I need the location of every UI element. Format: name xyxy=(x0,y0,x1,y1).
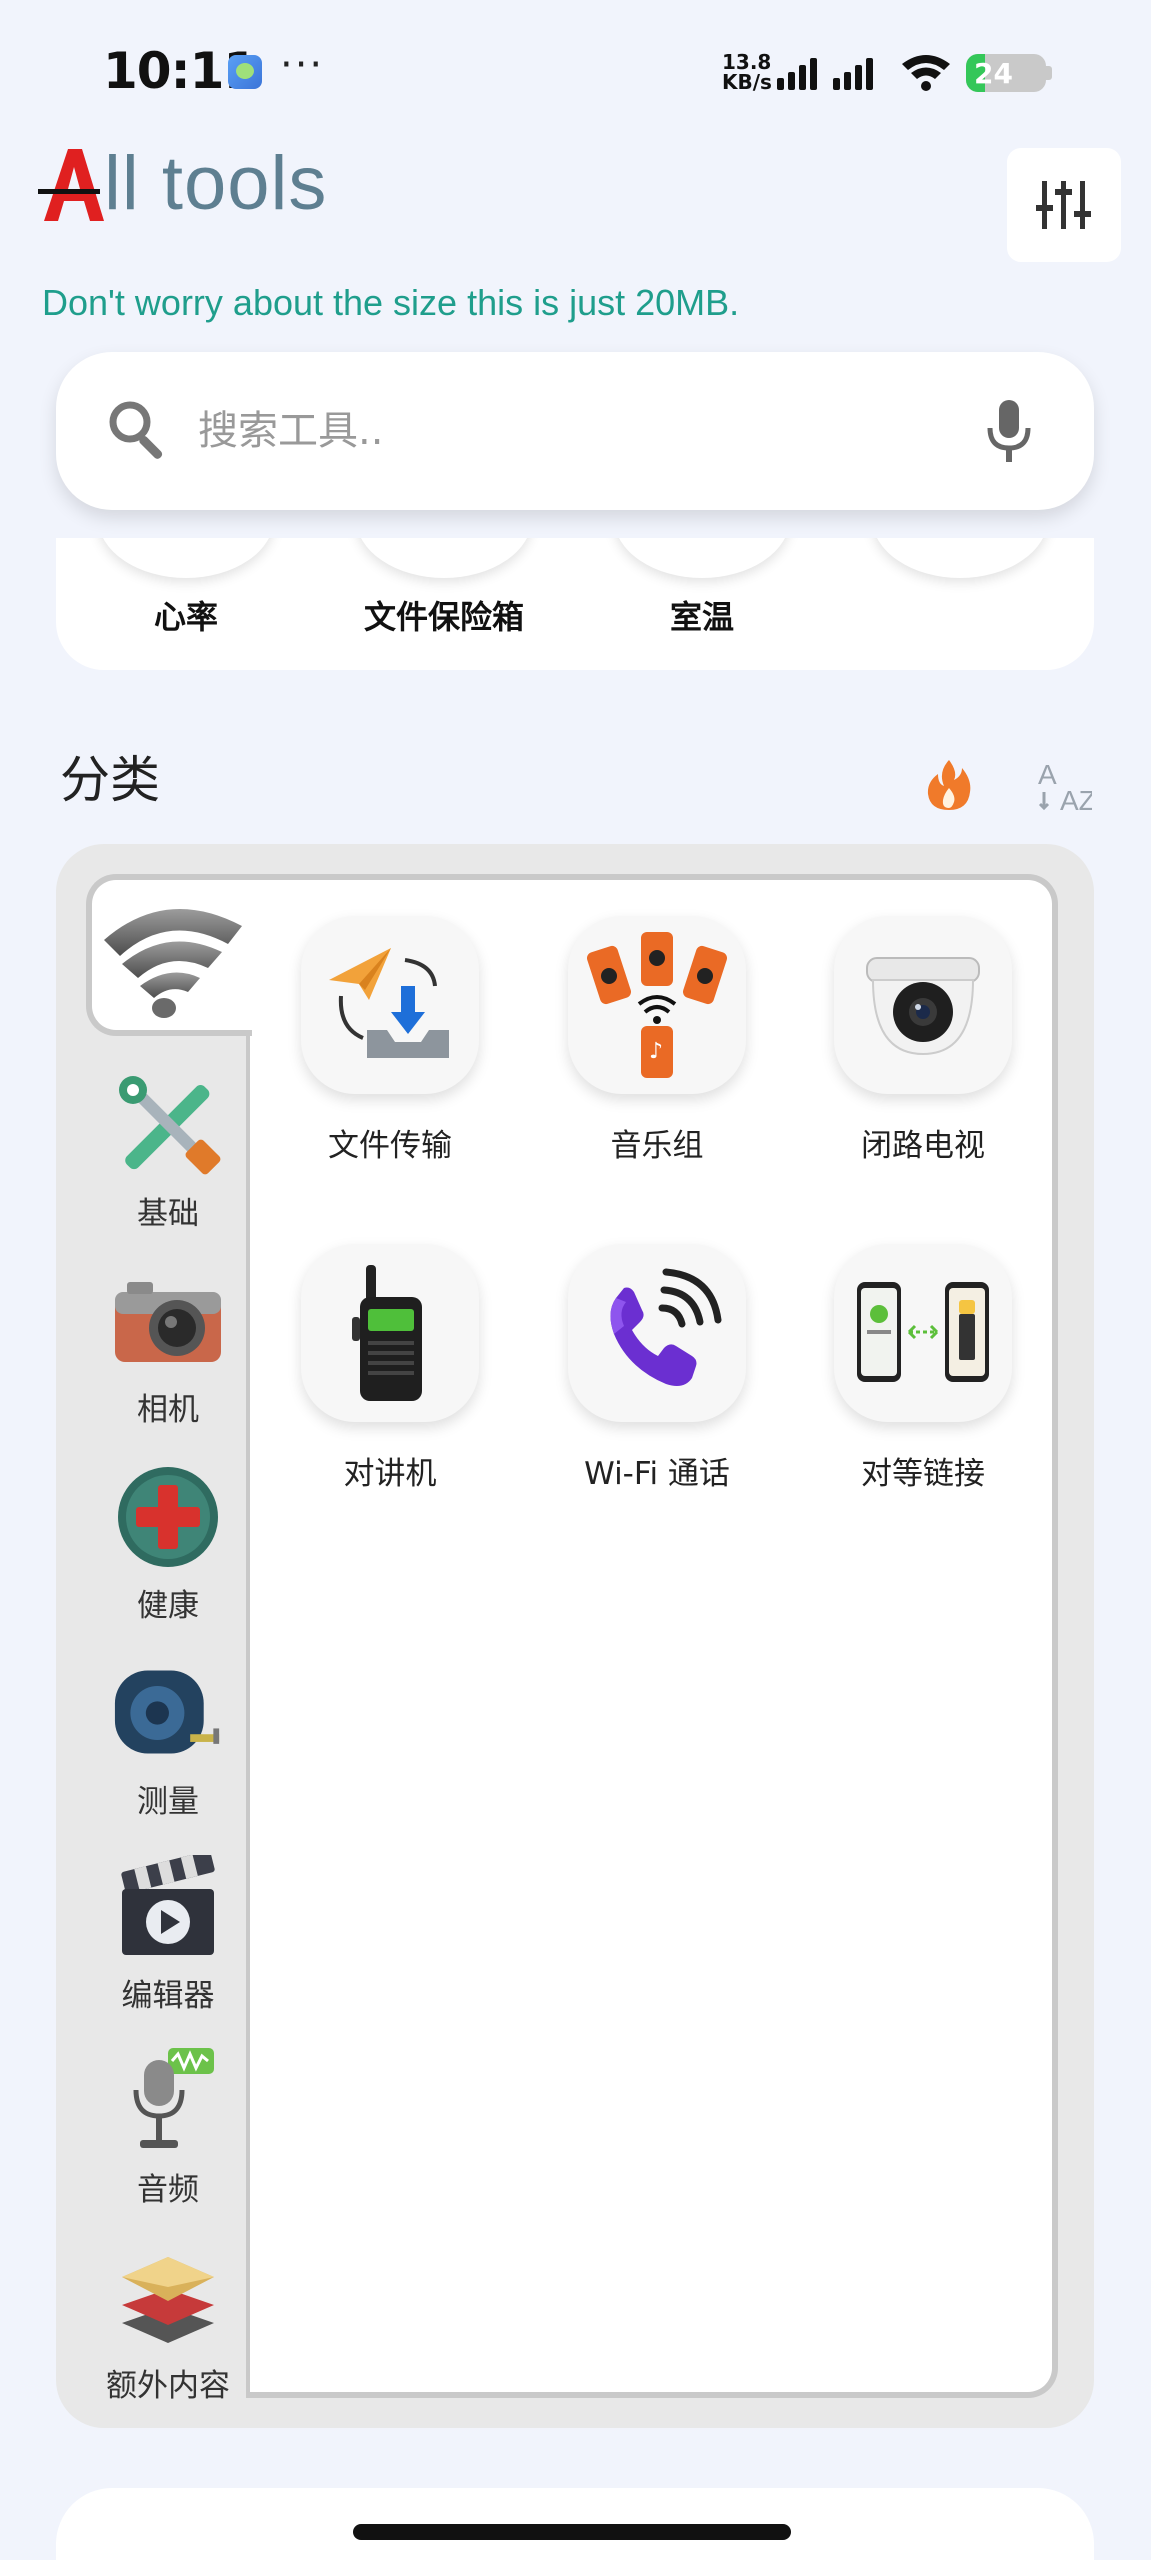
search-input[interactable] xyxy=(198,396,898,466)
category-item-health[interactable]: 健康 xyxy=(92,1462,244,1625)
network-speed-value: 13.8 xyxy=(722,50,772,74)
layers-icon xyxy=(113,2242,223,2352)
status-bar: 10:11 ··· 13.8 KB/s 24 xyxy=(0,0,1151,140)
category-label: 额外内容 xyxy=(106,2368,230,2404)
category-label: 编辑器 xyxy=(121,1978,215,2014)
category-item-audio[interactable]: 音频 xyxy=(92,2046,244,2209)
app-title: ll tools xyxy=(104,141,328,226)
wifi-call-icon xyxy=(568,1244,746,1422)
category-label: 音频 xyxy=(137,2172,199,2208)
microphone-icon[interactable] xyxy=(986,398,1032,464)
tool-music-group[interactable]: ♪ 音乐组 xyxy=(537,916,777,1165)
microphone-icon xyxy=(113,2046,223,2156)
more-dots-icon: ··· xyxy=(280,42,325,88)
tool-label: 文件传输 xyxy=(328,1128,452,1164)
battery-level: 24 xyxy=(974,57,1013,90)
tool-walkie-talkie[interactable]: 对讲机 xyxy=(270,1244,510,1493)
tool-cctv[interactable]: 闭路电视 xyxy=(803,916,1043,1165)
wifi-status-icon xyxy=(902,55,950,91)
search-bar[interactable] xyxy=(56,352,1094,510)
tools-icon xyxy=(113,1070,223,1180)
categories-title: 分类 xyxy=(60,751,160,809)
category-item-camera[interactable]: 相机 xyxy=(92,1266,244,1429)
tool-label: 闭路电视 xyxy=(861,1128,985,1164)
recent-tool-bubble xyxy=(98,538,274,578)
tool-label: 音乐组 xyxy=(610,1128,704,1164)
walkie-talkie-icon xyxy=(301,1244,479,1422)
tool-label: 对等链接 xyxy=(861,1456,985,1492)
tool-peer-link[interactable]: 对等链接 xyxy=(803,1244,1043,1493)
file-transfer-icon xyxy=(301,916,479,1094)
category-item-connectivity[interactable] xyxy=(86,874,252,1036)
recent-tool-bubble xyxy=(356,538,532,578)
recent-tool-empty[interactable] xyxy=(846,538,1048,670)
filter-settings-button[interactable] xyxy=(1007,148,1121,262)
sliders-icon xyxy=(1036,181,1091,229)
tool-label: Wi-Fi 通话 xyxy=(584,1456,730,1492)
clapperboard-icon xyxy=(113,1852,223,1962)
category-item-measure[interactable]: 测量 xyxy=(92,1658,244,1821)
network-speed-unit: KB/s xyxy=(722,70,772,94)
tagline: Don't worry about the size this is just … xyxy=(42,282,740,323)
recent-tool-bubble xyxy=(872,538,1048,578)
recent-tool-label: 心率 xyxy=(153,598,218,636)
tape-measure-icon xyxy=(113,1658,223,1768)
svg-text:A: A xyxy=(1038,759,1057,790)
category-label: 基础 xyxy=(137,1196,199,1232)
category-label: 测量 xyxy=(137,1784,199,1820)
sort-az-icon[interactable]: A AZ xyxy=(1036,758,1092,814)
app-logo-icon xyxy=(38,149,104,221)
recent-tool-bubble xyxy=(614,538,790,578)
home-indicator[interactable] xyxy=(353,2524,791,2540)
recent-tool-file-vault[interactable]: 文件保险箱 xyxy=(330,538,532,670)
tool-wifi-call[interactable]: Wi-Fi 通话 xyxy=(537,1244,777,1493)
camera-icon xyxy=(113,1266,223,1376)
recent-tools-strip: 心率 文件保险箱 室温 xyxy=(56,538,1094,670)
category-item-basic[interactable]: 基础 xyxy=(92,1070,244,1233)
battery-icon: 24 xyxy=(966,54,1046,92)
category-label: 相机 xyxy=(137,1392,199,1428)
cctv-camera-icon xyxy=(834,916,1012,1094)
recent-tool-label: 室温 xyxy=(669,598,734,636)
category-item-extras[interactable]: 额外内容 xyxy=(92,2242,244,2405)
music-group-icon: ♪ xyxy=(568,916,746,1094)
sort-az-label: AZ xyxy=(1060,785,1092,814)
category-label: 健康 xyxy=(137,1588,199,1624)
flame-icon[interactable] xyxy=(924,758,974,812)
peer-link-icon xyxy=(834,1244,1012,1422)
tool-label: 对讲机 xyxy=(343,1456,437,1492)
svg-text:♪: ♪ xyxy=(649,1039,663,1064)
cellular-signal-icon xyxy=(777,58,873,90)
network-speed: 13.8 KB/s xyxy=(722,52,772,92)
recent-tool-room-temp[interactable]: 室温 xyxy=(588,538,790,670)
health-cross-icon xyxy=(113,1462,223,1572)
selected-tab-joint xyxy=(244,880,258,1030)
wifi-icon xyxy=(104,908,242,1018)
recent-tool-label: 文件保险箱 xyxy=(363,598,524,636)
tool-file-transfer[interactable]: 文件传输 xyxy=(270,916,510,1165)
search-icon xyxy=(109,401,163,459)
category-item-editor[interactable]: 编辑器 xyxy=(92,1852,244,2015)
gallery-notification-icon xyxy=(228,55,262,89)
recent-tool-heart-rate[interactable]: 心率 xyxy=(72,538,274,670)
battery-tip xyxy=(1046,66,1052,80)
